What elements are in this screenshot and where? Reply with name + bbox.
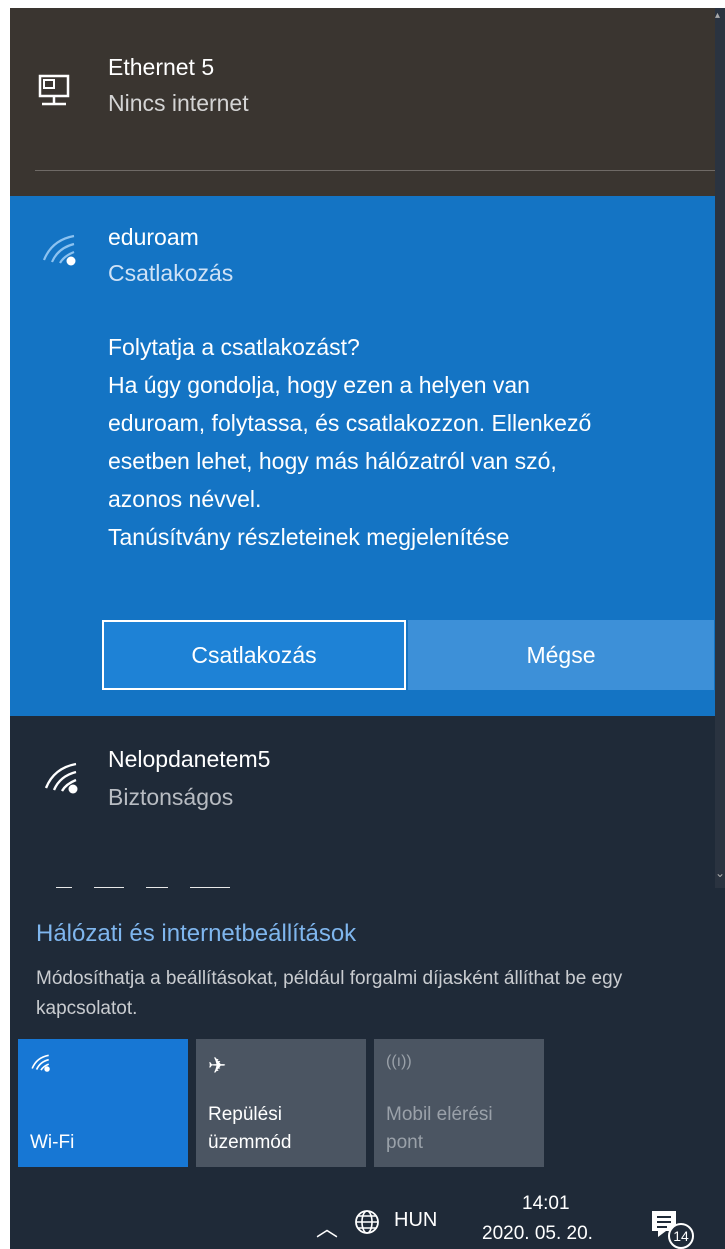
show-hidden-icons-chevron-icon[interactable]: ︿: [316, 1211, 338, 1243]
scrollbar[interactable]: ▴ ⌄: [715, 8, 725, 888]
wifi-icon: [44, 762, 78, 794]
connection-message: Folytatja a csatlakozást? Ha úgy gondolj…: [108, 328, 708, 556]
ethernet-name: Ethernet 5: [108, 54, 215, 80]
network-status: Csatlakozás: [108, 260, 234, 286]
message-line: azonos névvel.: [108, 486, 262, 512]
wifi-icon: [42, 234, 76, 266]
airplane-mode-tile[interactable]: ✈ Repülési üzemmód: [196, 1039, 366, 1167]
wifi-toggle-tile[interactable]: Wi-Fi: [18, 1039, 188, 1167]
message-line: esetben lehet, hogy más hálózatról van s…: [108, 448, 557, 474]
airplane-icon: ✈: [208, 1053, 227, 1078]
network-item-eduroam[interactable]: eduroam Csatlakozás Folytatja a csatlako…: [10, 196, 715, 716]
scroll-down-icon[interactable]: ⌄: [715, 866, 725, 880]
ethernet-icon: [38, 74, 70, 106]
connect-button[interactable]: Csatlakozás: [102, 620, 406, 690]
ethernet-item[interactable]: Ethernet 5 Nincs internet: [10, 8, 715, 196]
network-item-nelopdanetem5[interactable]: Nelopdanetem5: [108, 746, 270, 773]
wifi-icon: [31, 1054, 50, 1072]
network-name: eduroam: [108, 224, 199, 250]
tile-label: Wi-Fi: [30, 1132, 75, 1153]
network-flyout: Ethernet 5 Nincs internet eduroam Csatla…: [10, 8, 725, 1249]
notification-count-badge: 14: [668, 1223, 694, 1249]
settings-description: Módosíthatja a beállításokat, például fo…: [36, 968, 623, 1019]
message-line: eduroam, folytassa, és csatlakozzon. Ell…: [108, 410, 592, 436]
language-indicator[interactable]: HUN: [394, 1209, 437, 1232]
certificate-details-link[interactable]: Tanúsítvány részleteinek megjelenítése: [108, 518, 708, 556]
taskbar: ︿ HUN 14:01 2020. 05. 20. 14: [10, 1193, 725, 1249]
network-settings-link[interactable]: Hálózati és internetbeállítások: [36, 920, 356, 948]
tile-label: Repülési üzemmód: [208, 1104, 292, 1153]
tile-label: Mobil elérési pont: [386, 1104, 493, 1153]
network-status: Biztonságos: [108, 784, 234, 810]
network-globe-icon[interactable]: [352, 1207, 382, 1237]
ethernet-status: Nincs internet: [108, 90, 249, 116]
message-line: Ha úgy gondolja, hogy ezen a helyen van: [108, 372, 530, 398]
mobile-hotspot-tile[interactable]: ((ı)) Mobil elérési pont: [374, 1039, 544, 1167]
message-line: Folytatja a csatlakozást?: [108, 334, 360, 360]
cancel-button[interactable]: Mégse: [408, 620, 714, 690]
hotspot-icon: ((ı)): [386, 1053, 412, 1070]
clock-time[interactable]: 14:01: [522, 1193, 570, 1215]
scroll-up-icon[interactable]: ▴: [715, 10, 720, 21]
clock-date[interactable]: 2020. 05. 20.: [482, 1223, 593, 1245]
divider: [35, 170, 715, 171]
